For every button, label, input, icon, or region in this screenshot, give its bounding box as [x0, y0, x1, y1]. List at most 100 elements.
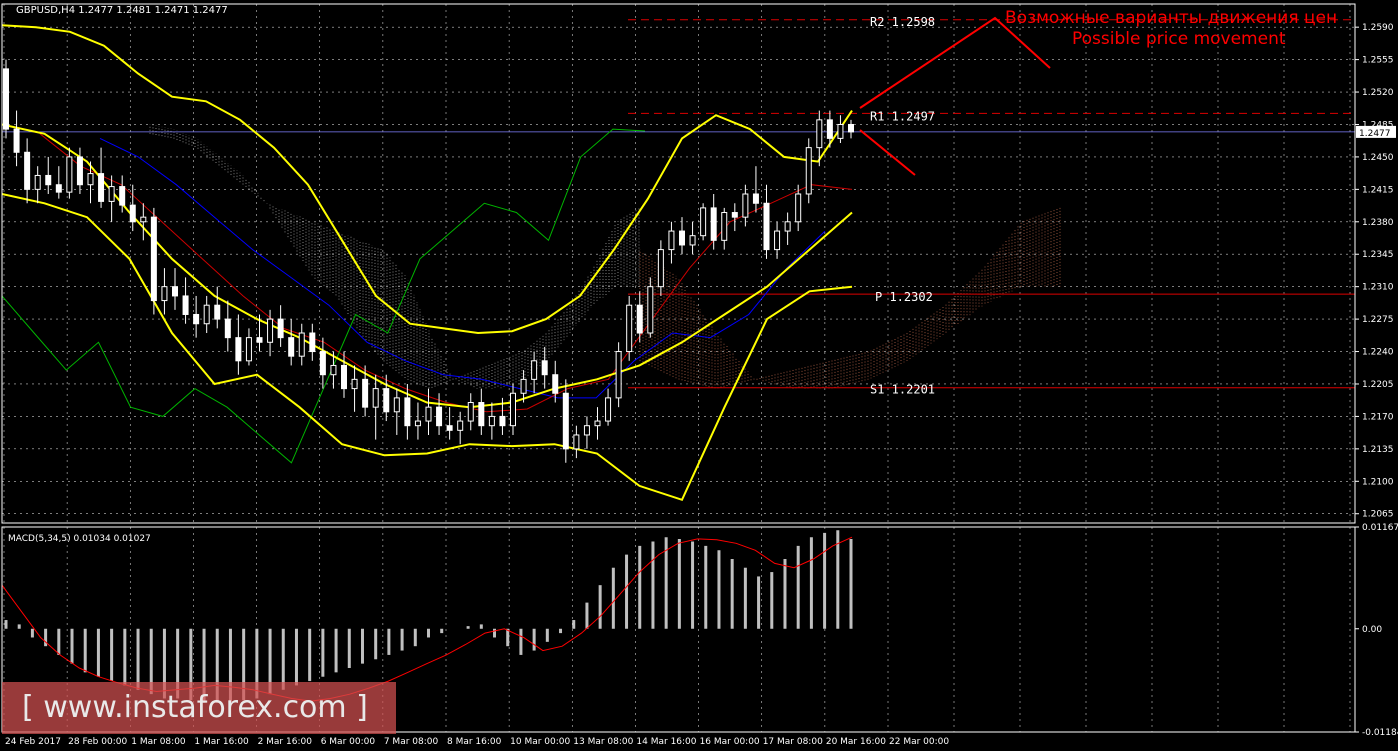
- candle-body: [668, 230, 675, 251]
- macd-y-tick-label: 0.00: [1362, 625, 1382, 635]
- candle-body: [298, 332, 305, 357]
- candle-body: [700, 207, 707, 237]
- candle-body: [351, 378, 358, 390]
- macd-y-tick-label: -0.01184: [1362, 728, 1398, 738]
- candle-body: [76, 156, 83, 186]
- candle-body: [626, 304, 633, 353]
- candle-body: [848, 123, 854, 133]
- candle-body: [383, 388, 390, 413]
- y-tick-label: 1.2205: [1362, 380, 1394, 390]
- x-tick-label: 24 Feb 2017: [5, 737, 61, 747]
- candle-body: [657, 249, 664, 288]
- x-tick-label: 1 Mar 16:00: [194, 737, 249, 747]
- candle-body: [66, 156, 73, 193]
- candle-body: [319, 351, 326, 376]
- macd-header: MACD(5,34,5) 0.01034 0.01027: [8, 534, 151, 544]
- up-scenario-arrow: [859, 16, 1051, 109]
- y-tick-label: 1.2590: [1362, 23, 1394, 33]
- y-tick-label: 1.2555: [1362, 56, 1394, 66]
- candle-body: [119, 186, 126, 206]
- candle-body: [404, 397, 411, 427]
- candle-body: [108, 186, 115, 202]
- candle-body: [679, 230, 685, 246]
- macd-signal-line: [1, 536, 853, 702]
- kijun-sen-line: [99, 137, 826, 399]
- candle-body: [647, 286, 654, 334]
- x-tick-label: 10 Mar 00:00: [510, 737, 570, 747]
- instaforex-watermark: [ www.instaforex.com ]: [2, 682, 396, 734]
- candle-body: [330, 364, 337, 376]
- x-tick-label: 13 Mar 08:00: [573, 737, 633, 747]
- candle-body: [129, 204, 136, 223]
- candle-body: [583, 425, 590, 436]
- x-tick-label: 7 Mar 08:00: [384, 737, 439, 747]
- annotation-ru: Возможные варианты движения цен: [1005, 8, 1337, 28]
- candle-body: [573, 434, 580, 450]
- candle-body: [710, 207, 717, 241]
- candle-body: [816, 119, 823, 149]
- candle-body: [446, 425, 453, 431]
- y-tick-label: 1.2520: [1362, 88, 1394, 98]
- candle-body: [224, 318, 231, 339]
- x-tick-label: 22 Mar 00:00: [889, 737, 949, 747]
- candle-body: [372, 388, 379, 408]
- x-tick-label: 2 Mar 16:00: [258, 737, 313, 747]
- y-tick-label: 1.2065: [1362, 510, 1394, 520]
- current-price-label: 1.2477: [1359, 129, 1391, 139]
- x-tick-label: 20 Mar 16:00: [826, 737, 886, 747]
- candle-body: [731, 212, 738, 218]
- candle-body: [55, 184, 62, 193]
- candle-body: [837, 123, 844, 139]
- y-tick-label: 1.2170: [1362, 412, 1394, 422]
- candle-body: [436, 406, 443, 427]
- candle-body: [203, 304, 210, 325]
- candle-body: [150, 216, 157, 302]
- candle-body: [478, 402, 485, 427]
- candle-body: [605, 397, 612, 422]
- candle-body: [87, 173, 94, 186]
- y-tick-label: 1.2345: [1362, 250, 1394, 260]
- candle-body: [24, 151, 31, 190]
- candle-body: [636, 304, 643, 334]
- candle-body: [488, 415, 495, 427]
- level-r1-label: R1 1.2497: [870, 109, 935, 123]
- candle-body: [520, 378, 527, 394]
- symbol-header: GBPUSD,H4 1.2477 1.2481 1.2471 1.2477: [16, 5, 228, 16]
- forecast-arrows: [859, 16, 1051, 176]
- y-tick-label: 1.2100: [1362, 477, 1394, 487]
- candle-body: [172, 286, 178, 297]
- candle-body: [457, 420, 464, 431]
- macd-y-tick-label: 0.01167: [1362, 523, 1398, 533]
- candle-body: [425, 406, 432, 422]
- candle-body: [277, 318, 284, 339]
- candle-body: [393, 397, 400, 413]
- candle-body: [795, 193, 802, 223]
- candle-body: [541, 360, 548, 376]
- candle-body: [689, 235, 696, 246]
- candle-body: [267, 318, 274, 343]
- candle-body: [562, 392, 569, 450]
- down-scenario-arrow: [859, 129, 916, 176]
- candle-body: [45, 174, 52, 186]
- x-tick-label: 28 Feb 00:00: [68, 737, 127, 747]
- candle-body: [362, 378, 369, 408]
- candle-body: [193, 313, 200, 325]
- x-tick-label: 6 Mar 00:00: [321, 737, 376, 747]
- candle-body: [34, 174, 41, 190]
- y-tick-label: 1.2275: [1362, 315, 1394, 325]
- candle-body: [752, 193, 759, 204]
- candle-body: [3, 68, 9, 130]
- y-tick-label: 1.2240: [1362, 348, 1394, 358]
- candle-body: [161, 286, 168, 302]
- candle-body: [774, 230, 781, 251]
- indicator-lines: [1, 24, 853, 502]
- y-tick-label: 1.2380: [1362, 218, 1394, 228]
- candle-body: [784, 221, 791, 232]
- y-tick-label: 1.2415: [1362, 185, 1394, 195]
- candle-body: [13, 128, 20, 153]
- ichimoku-cloud: [149, 124, 1061, 389]
- candle-body: [98, 173, 105, 202]
- level-r2-label: R2 1.2598: [870, 15, 935, 29]
- candle-body: [245, 337, 252, 362]
- bollinger-middle-line: [1, 123, 853, 409]
